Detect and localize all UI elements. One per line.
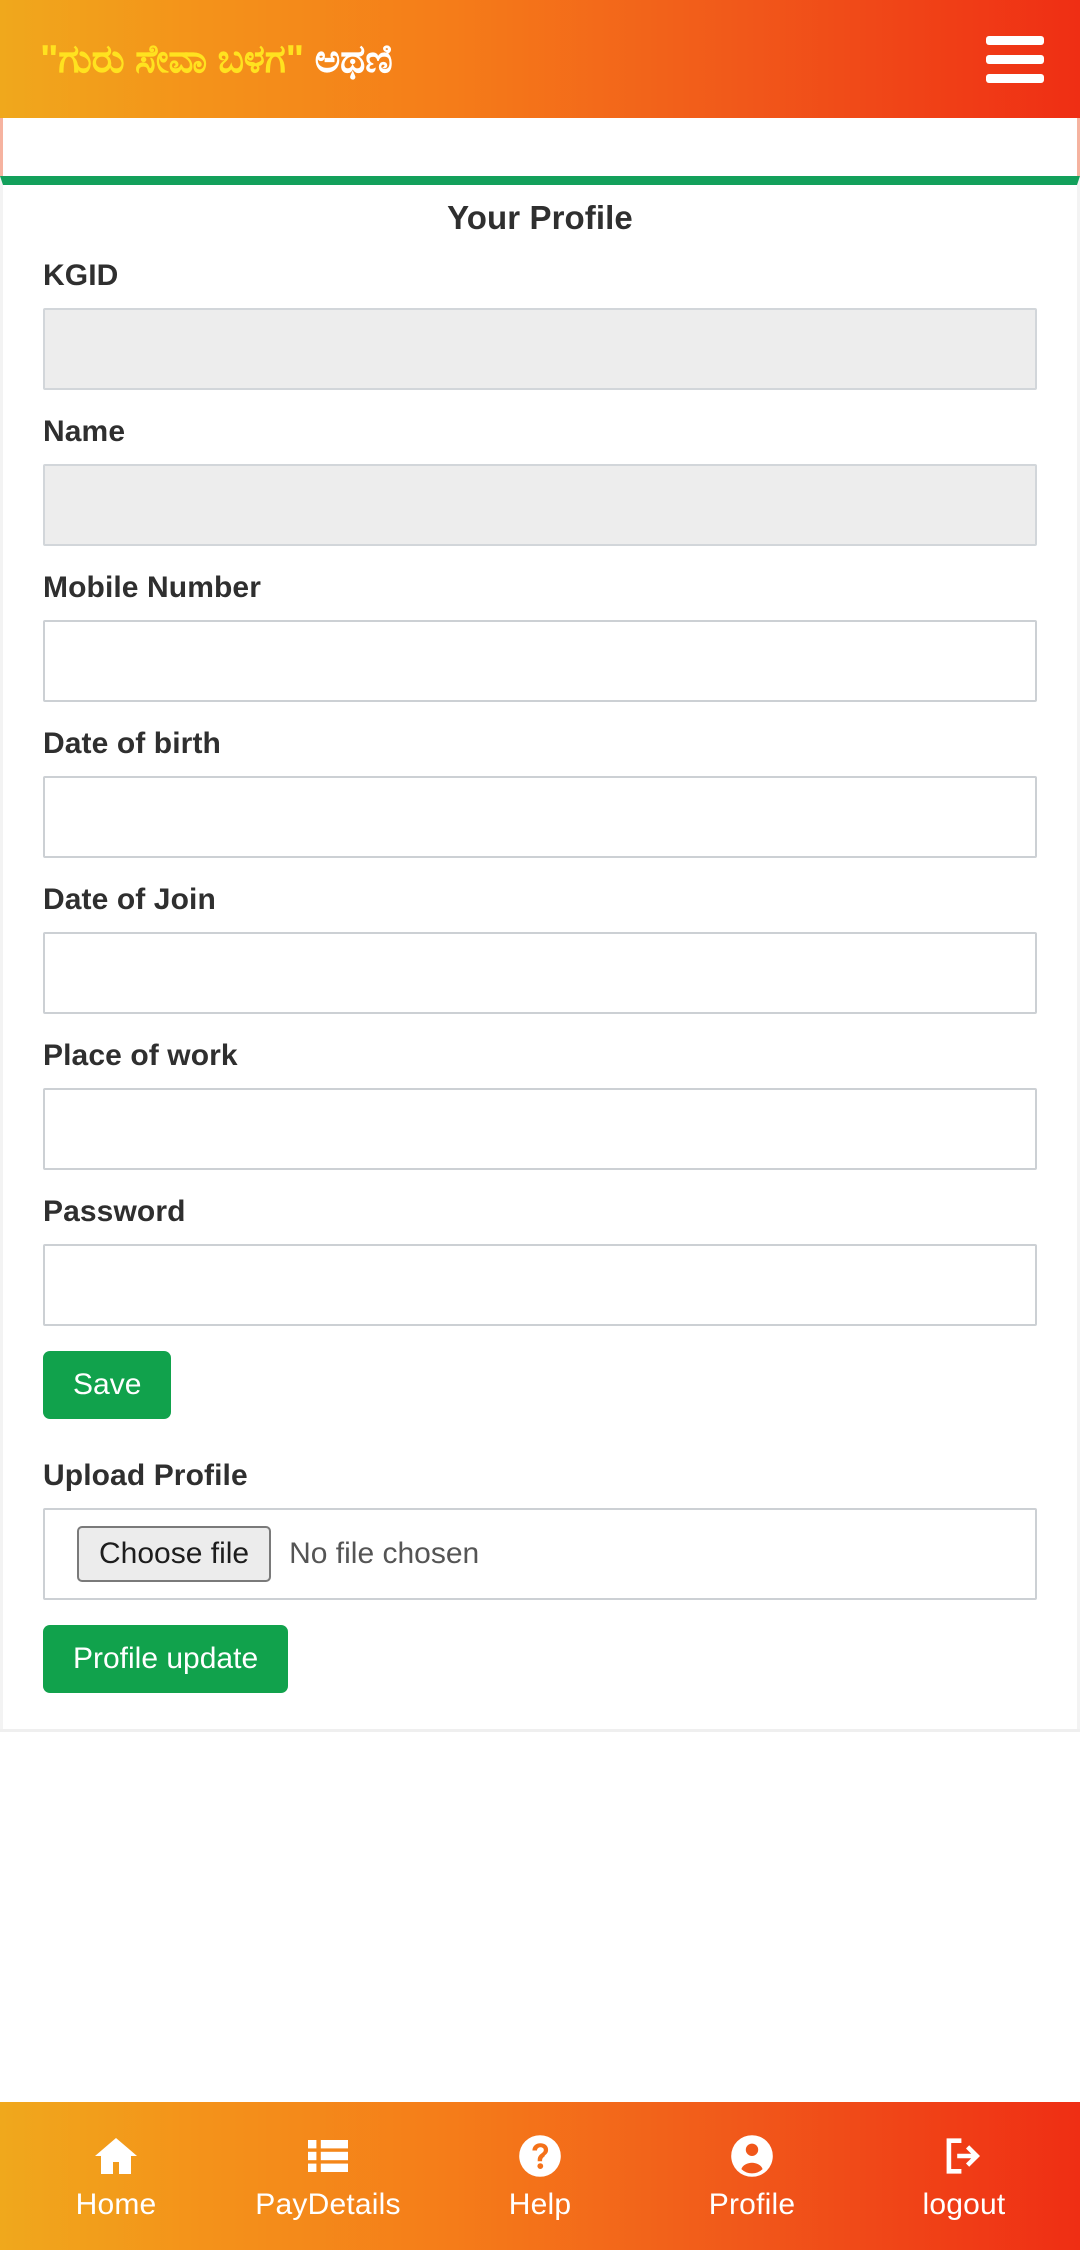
- nav-label-profile: Profile: [708, 2188, 796, 2221]
- place-of-work-input[interactable]: [43, 1088, 1037, 1170]
- nav-item-logout[interactable]: logout: [858, 2132, 1070, 2220]
- nav-item-help[interactable]: Help: [434, 2132, 646, 2220]
- app-root: "ಗುರು ಸೇವಾ ಬಳಗ" ಅಥಣಿ Your Profile KGID Na…: [0, 0, 1080, 2250]
- hamburger-icon[interactable]: [982, 30, 1048, 88]
- upload-profile-group: Upload Profile Choose file No file chose…: [43, 1459, 1037, 1600]
- hamburger-bar-3: [986, 73, 1044, 83]
- app-header: "ಗುರು ಸೇವಾ ಬಳಗ" ಅಥಣಿ: [0, 0, 1080, 118]
- file-status-text: No file chosen: [289, 1537, 480, 1570]
- bottom-navigation: Home PayDetails Help Profile logout: [0, 2102, 1080, 2250]
- file-input-control[interactable]: Choose file No file chosen: [43, 1508, 1037, 1600]
- password-label: Password: [43, 1195, 186, 1228]
- kgid-label: KGID: [43, 259, 119, 292]
- profile-fields: KGID Name Mobile Number Date of birth Date o…: [43, 259, 1037, 1326]
- nav-label-help: Help: [508, 2188, 572, 2221]
- content-top-spacer: [0, 118, 1080, 176]
- nav-label-home: Home: [75, 2188, 157, 2221]
- nav-item-home[interactable]: Home: [10, 2132, 222, 2220]
- place-of-work-label: Place of work: [43, 1039, 238, 1072]
- name-input: [43, 464, 1037, 546]
- profile-card: Your Profile KGID Name Mobile Number Date o…: [0, 176, 1080, 1729]
- field-group-kgid: KGID: [43, 259, 1037, 390]
- nav-label-logout: logout: [922, 2188, 1006, 2221]
- save-button[interactable]: Save: [43, 1351, 172, 1419]
- nav-item-paydetails[interactable]: PayDetails: [222, 2132, 434, 2220]
- save-row: Save: [43, 1351, 1037, 1419]
- logout-icon: [940, 2132, 988, 2180]
- nav-label-paydetails: PayDetails: [255, 2188, 401, 2221]
- profile-update-row: Profile update: [43, 1625, 1037, 1693]
- field-group-mobile-number: Mobile Number: [43, 571, 1037, 702]
- hamburger-bar-2: [986, 54, 1044, 64]
- hamburger-bar-1: [986, 35, 1044, 45]
- password-input[interactable]: [43, 1244, 1037, 1326]
- home-icon: [92, 2132, 140, 2180]
- date-of-join-label: Date of Join: [43, 883, 216, 916]
- question-circle-icon: [516, 2132, 564, 2180]
- name-label: Name: [43, 415, 126, 448]
- field-group-name: Name: [43, 415, 1037, 546]
- field-group-date-of-birth: Date of birth: [43, 727, 1037, 858]
- list-icon: [304, 2132, 352, 2180]
- mobile-number-input[interactable]: [43, 620, 1037, 702]
- mobile-number-label: Mobile Number: [43, 571, 261, 604]
- nav-item-profile[interactable]: Profile: [646, 2132, 858, 2220]
- date-of-birth-label: Date of birth: [43, 727, 221, 760]
- page-title: Your Profile: [447, 199, 633, 236]
- kgid-input: [43, 308, 1037, 390]
- user-circle-icon: [728, 2132, 776, 2180]
- upload-profile-label: Upload Profile: [43, 1459, 248, 1492]
- date-of-birth-input[interactable]: [43, 776, 1037, 858]
- page-body: Your Profile KGID Name Mobile Number Date o…: [0, 118, 1080, 2102]
- field-group-place-of-work: Place of work: [43, 1039, 1037, 1170]
- field-group-password: Password: [43, 1195, 1037, 1326]
- date-of-join-input[interactable]: [43, 932, 1037, 1014]
- app-title-org: "ಗುರು ಸೇವಾ ಬಳಗ": [40, 37, 304, 81]
- choose-file-button[interactable]: Choose file: [77, 1526, 272, 1582]
- card-bottom-divider: [0, 1729, 1080, 1732]
- field-group-date-of-join: Date of Join: [43, 883, 1037, 1014]
- app-title-place: ಅಥಣಿ: [314, 37, 393, 81]
- profile-update-button[interactable]: Profile update: [43, 1625, 289, 1693]
- app-title: "ಗುರು ಸೇವಾ ಬಳಗ" ಅಥಣಿ: [40, 40, 393, 79]
